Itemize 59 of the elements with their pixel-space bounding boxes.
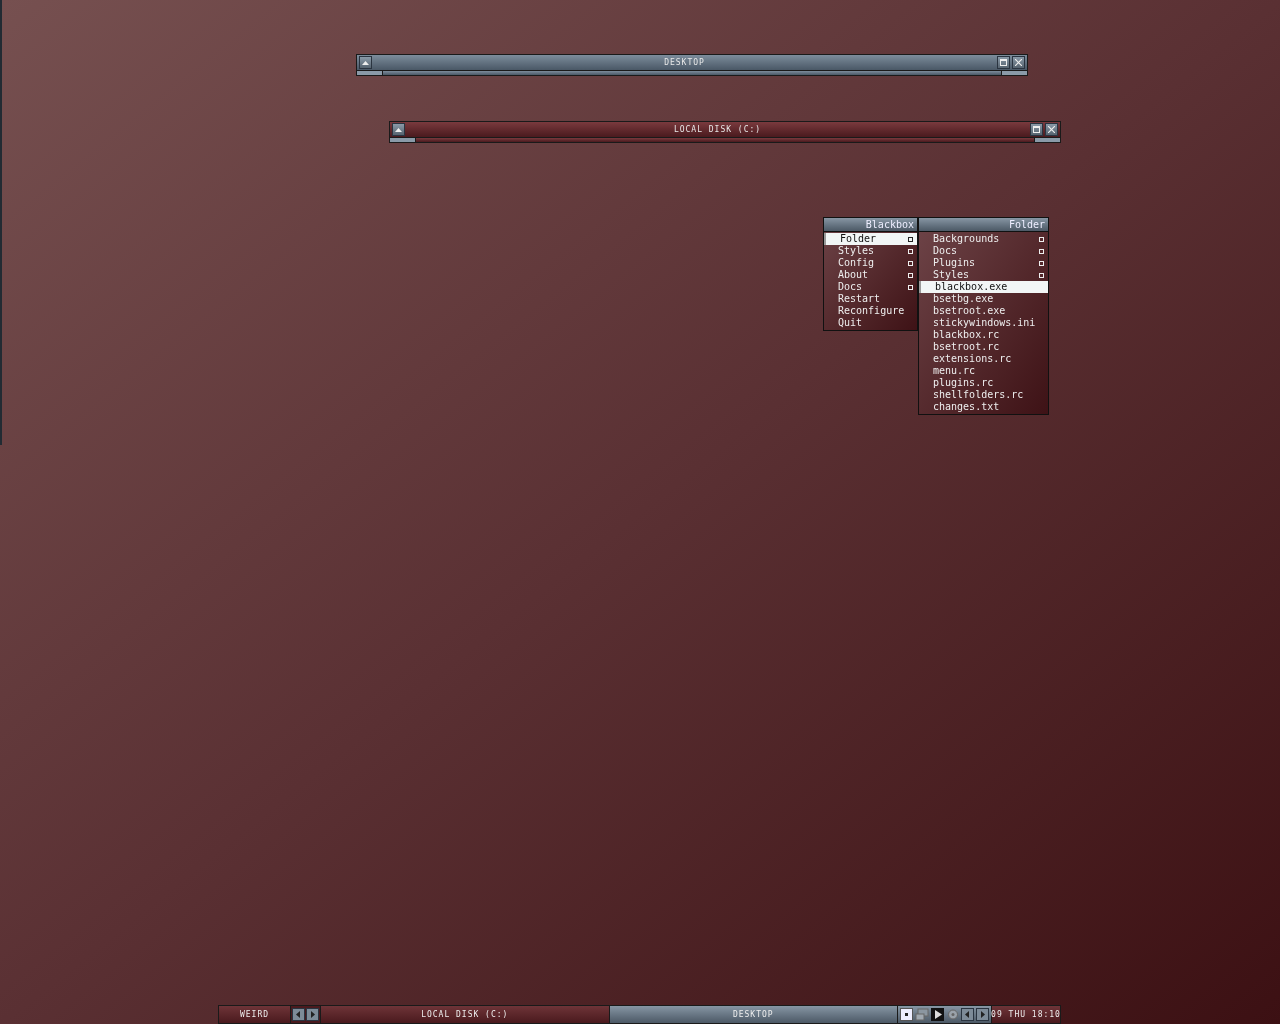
- resize-grip[interactable]: [390, 138, 416, 142]
- menu-title: Folder: [919, 218, 1048, 232]
- menu-item[interactable]: bsetroot.exe: [919, 305, 1048, 317]
- previous-workspace-button[interactable]: [292, 1008, 305, 1021]
- menu-item[interactable]: Restart: [824, 293, 917, 305]
- menu-item[interactable]: Config: [824, 257, 917, 269]
- menu-item[interactable]: Docs: [824, 281, 917, 293]
- next-button[interactable]: [976, 1008, 989, 1021]
- right-arrow-icon: [980, 1011, 985, 1018]
- clock: 09 THU 18:10: [992, 1006, 1060, 1023]
- menu-item[interactable]: plugins.rc: [919, 377, 1048, 389]
- close-icon: [1048, 126, 1055, 133]
- shade-button[interactable]: [359, 56, 372, 69]
- menu-item[interactable]: Plugins: [919, 257, 1048, 269]
- menu-item[interactable]: About: [824, 269, 917, 281]
- menu-item[interactable]: bsetroot.rc: [919, 341, 1048, 353]
- maximize-button[interactable]: [1030, 123, 1043, 136]
- play-icon[interactable]: [931, 1008, 944, 1021]
- triangle-up-icon: [395, 127, 402, 132]
- menu-item[interactable]: shellfolders.rc: [919, 389, 1048, 401]
- resize-grip[interactable]: [1001, 71, 1027, 75]
- menu-item[interactable]: changes.txt: [919, 401, 1048, 413]
- menu-item[interactable]: Reconfigure: [824, 305, 917, 317]
- menu-item[interactable]: Docs: [919, 245, 1048, 257]
- menu-item[interactable]: extensions.rc: [919, 353, 1048, 365]
- task-button[interactable]: DESKTOP: [609, 1006, 897, 1023]
- menu-item[interactable]: Backgrounds: [919, 233, 1048, 245]
- close-button[interactable]: [1012, 56, 1025, 69]
- close-icon: [1015, 59, 1022, 66]
- window-handle[interactable]: [356, 71, 1028, 76]
- menu-item[interactable]: menu.rc: [919, 365, 1048, 377]
- next-workspace-button[interactable]: [306, 1008, 319, 1021]
- window-title: LOCAL DISK (C:): [672, 125, 763, 134]
- resize-grip[interactable]: [1034, 138, 1060, 142]
- shade-button[interactable]: [392, 123, 405, 136]
- menu-item[interactable]: blackbox.exe: [919, 281, 1048, 293]
- menu-item[interactable]: Styles: [824, 245, 917, 257]
- menu-item[interactable]: Styles: [919, 269, 1048, 281]
- right-arrow-icon: [310, 1011, 315, 1018]
- window-handle[interactable]: [389, 138, 1061, 143]
- menu-item[interactable]: Quit: [824, 317, 917, 329]
- menu-item[interactable]: stickywindows.ini: [919, 317, 1048, 329]
- close-button[interactable]: [1045, 123, 1058, 136]
- triangle-up-icon: [362, 60, 369, 65]
- maximize-icon: [1033, 126, 1040, 133]
- menu-item[interactable]: bsetbg.exe: [919, 293, 1048, 305]
- window-title: DESKTOP: [663, 58, 706, 67]
- left-arrow-icon: [296, 1011, 301, 1018]
- menu-item[interactable]: blackbox.rc: [919, 329, 1048, 341]
- resize-grip[interactable]: [357, 71, 383, 75]
- maximize-icon: [1000, 59, 1007, 66]
- menu-title: Blackbox: [824, 218, 917, 232]
- maximize-button[interactable]: [997, 56, 1010, 69]
- left-arrow-icon: [965, 1011, 970, 1018]
- menu-item[interactable]: Folder: [824, 233, 917, 245]
- workspace-label[interactable]: WEIRD: [219, 1006, 290, 1023]
- tray-dot-button[interactable]: [900, 1008, 913, 1021]
- previous-button[interactable]: [961, 1008, 974, 1021]
- task-button[interactable]: LOCAL DISK (C:): [321, 1006, 609, 1023]
